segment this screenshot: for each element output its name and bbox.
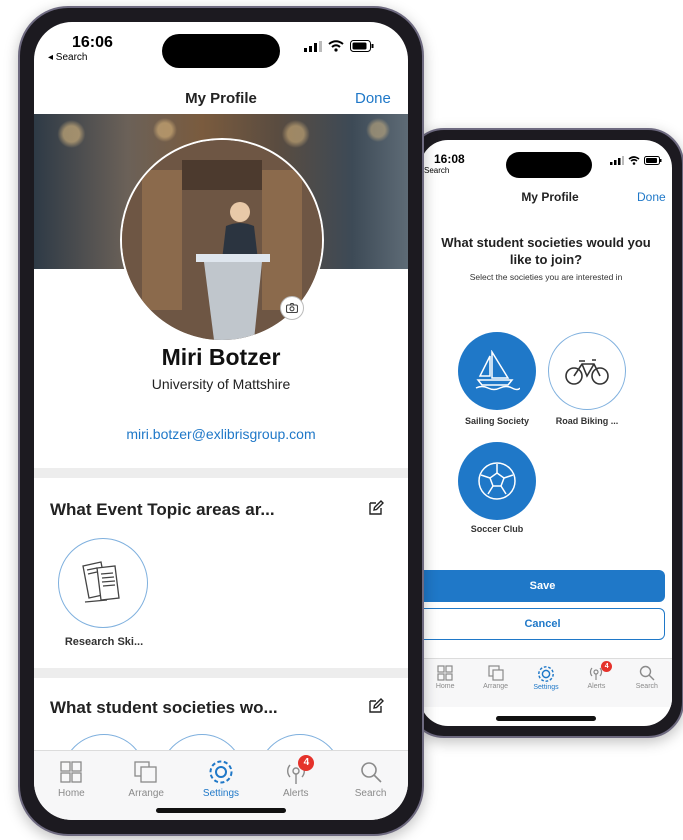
tab-search[interactable]: Search bbox=[333, 751, 408, 820]
section-divider bbox=[34, 668, 408, 678]
profile-email[interactable]: miri.botzer@exlibrisgroup.com bbox=[34, 426, 408, 442]
society-label: Road Biking ... bbox=[555, 416, 619, 426]
gear-icon bbox=[538, 666, 554, 682]
grid-icon bbox=[437, 665, 453, 681]
societies-heading: What student societies would you like to… bbox=[441, 235, 651, 267]
status-icons bbox=[304, 40, 374, 52]
profile-institution: University of Mattshire bbox=[151, 376, 291, 392]
camera-icon bbox=[286, 303, 298, 313]
status-back-link[interactable]: ◂ Search bbox=[48, 52, 87, 63]
page-title: My Profile bbox=[185, 90, 257, 107]
books-icon bbox=[82, 561, 120, 603]
tab-label: Search bbox=[354, 788, 387, 799]
cancel-button[interactable]: Cancel bbox=[420, 608, 665, 640]
signal-icon bbox=[610, 156, 624, 165]
societies-subheading: Select the societies you are interested … bbox=[469, 272, 623, 282]
change-photo-button[interactable] bbox=[280, 296, 304, 320]
page-title: My Profile bbox=[521, 190, 579, 204]
status-time: 16:08 bbox=[434, 152, 465, 166]
section-title-event-topics: What Event Topic areas ar... bbox=[50, 500, 275, 519]
back-screen: 16:08 Search My Profile Done What studen… bbox=[420, 140, 672, 726]
topic-research-skills[interactable] bbox=[58, 538, 148, 628]
battery-icon bbox=[644, 156, 662, 165]
wifi-icon bbox=[628, 156, 640, 165]
stack-icon bbox=[134, 761, 157, 783]
tab-label: Arrange bbox=[128, 788, 164, 799]
done-button[interactable]: Done bbox=[355, 90, 391, 107]
save-button[interactable]: Save bbox=[420, 570, 665, 602]
back-phone: 16:08 Search My Profile Done What studen… bbox=[408, 128, 683, 738]
wifi-icon bbox=[328, 40, 344, 52]
tab-label: Arrange bbox=[483, 683, 509, 690]
tab-label: Home bbox=[435, 683, 455, 690]
front-screen: 16:06 ◂ Search My Profile Done Miri Botz… bbox=[34, 22, 408, 820]
section-divider bbox=[34, 468, 408, 478]
tab-home[interactable]: Home bbox=[420, 659, 470, 707]
tab-arrange[interactable]: Arrange bbox=[470, 659, 520, 707]
edit-icon bbox=[369, 698, 384, 713]
profile-name: Miri Botzer bbox=[161, 344, 281, 370]
tab-label: Alerts bbox=[283, 788, 309, 799]
dynamic-island bbox=[162, 34, 280, 68]
edit-icon bbox=[369, 500, 384, 515]
alerts-badge: 4 bbox=[601, 661, 613, 672]
section-title-societies: What student societies wo... bbox=[50, 698, 278, 717]
soccer-ball-icon bbox=[478, 462, 516, 500]
front-phone: 16:06 ◂ Search My Profile Done Miri Botz… bbox=[18, 6, 424, 836]
tab-search[interactable]: Search bbox=[622, 659, 672, 707]
search-icon bbox=[360, 762, 382, 783]
search-icon bbox=[639, 665, 655, 681]
edit-event-topics-button[interactable] bbox=[368, 500, 384, 521]
stack-icon bbox=[488, 665, 504, 681]
society-sailing[interactable] bbox=[458, 332, 536, 410]
signal-icon bbox=[304, 40, 322, 52]
dynamic-island bbox=[506, 152, 592, 178]
tab-settings[interactable]: Settings bbox=[521, 659, 571, 707]
sailboat-icon bbox=[475, 350, 520, 391]
tab-label: Home bbox=[58, 788, 85, 799]
topic-label: Research Ski... bbox=[64, 636, 144, 648]
society-road-biking[interactable] bbox=[548, 332, 626, 410]
tab-label: Search bbox=[635, 683, 658, 690]
society-label: Soccer Club bbox=[470, 524, 524, 534]
tab-label: Settings bbox=[202, 788, 240, 799]
home-indicator bbox=[156, 808, 286, 813]
society-soccer[interactable] bbox=[458, 442, 536, 520]
status-back-link[interactable]: Search bbox=[424, 166, 449, 175]
edit-societies-button[interactable] bbox=[368, 698, 384, 719]
battery-icon bbox=[350, 40, 374, 52]
home-indicator bbox=[496, 716, 596, 721]
status-time: 16:06 bbox=[72, 34, 113, 51]
alerts-badge: 4 bbox=[298, 755, 315, 771]
tab-home[interactable]: Home bbox=[34, 751, 109, 820]
tab-bar: Home Arrange Settings 4 Alerts Search bbox=[420, 658, 672, 707]
tab-label: Settings bbox=[533, 684, 559, 691]
grid-icon bbox=[60, 761, 83, 783]
bicycle-icon bbox=[565, 359, 609, 385]
done-button[interactable]: Done bbox=[637, 190, 666, 204]
tab-alerts[interactable]: 4 Alerts bbox=[571, 659, 621, 707]
status-icons bbox=[610, 156, 662, 165]
tab-label: Alerts bbox=[587, 683, 606, 690]
gear-icon bbox=[209, 760, 233, 784]
